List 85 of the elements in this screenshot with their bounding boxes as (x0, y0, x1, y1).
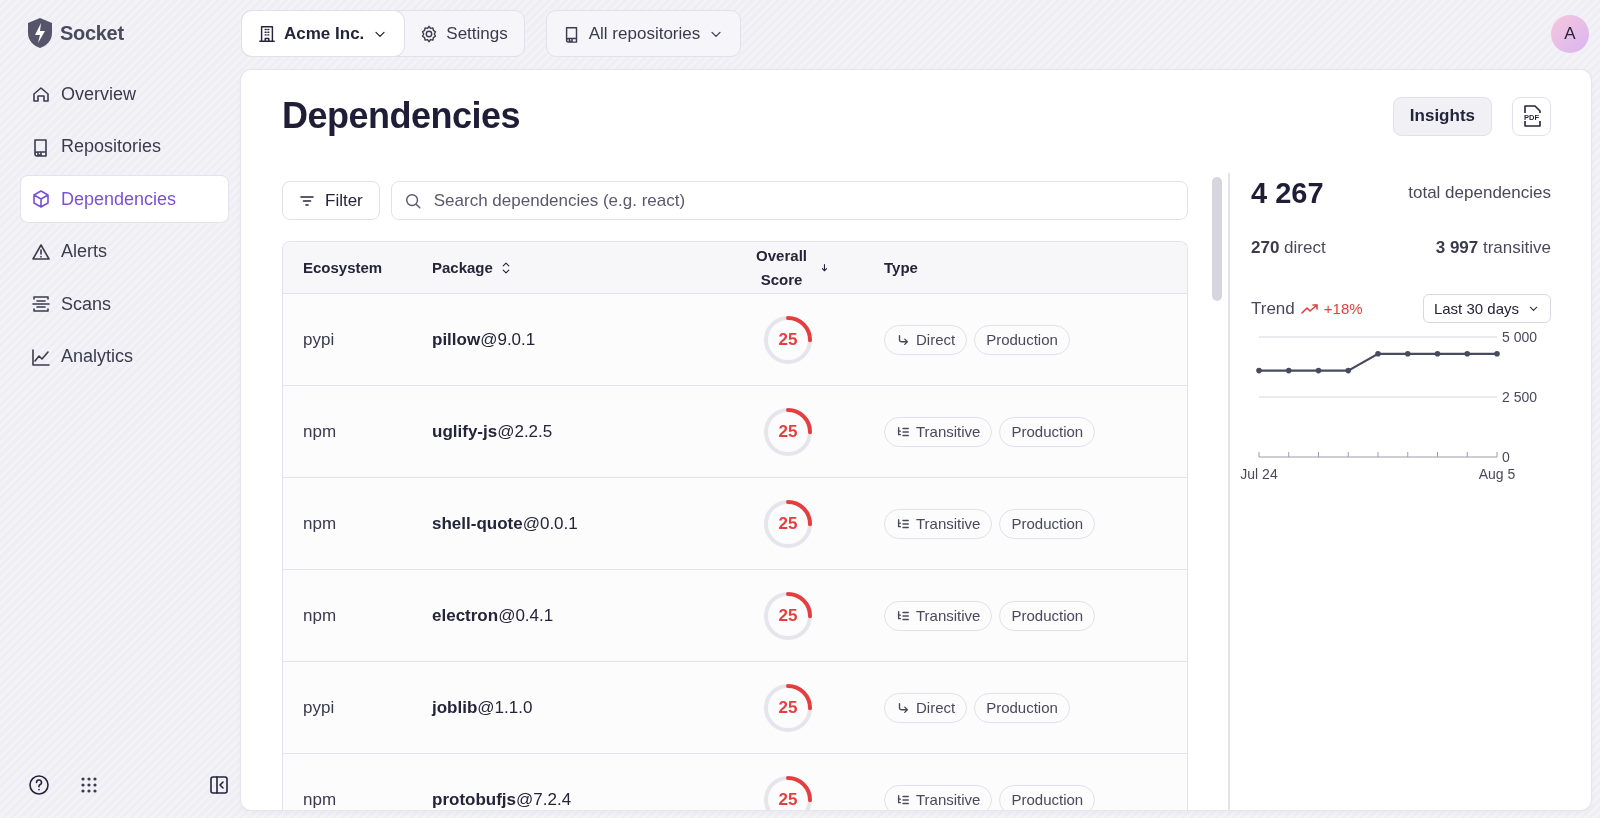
ecosystem-cell: npm (303, 421, 337, 442)
column-header[interactable]: Package (432, 259, 493, 276)
organization-dropdown[interactable]: Acme Inc. (242, 11, 405, 56)
sidebar-item[interactable]: Alerts (20, 227, 229, 276)
insights-button[interactable]: Insights (1392, 96, 1492, 136)
settings-icon (420, 24, 439, 43)
building-icon (258, 24, 276, 43)
line-chart-icon (31, 346, 51, 367)
trending-up-icon (1300, 302, 1319, 315)
trend-label: Trend (1251, 298, 1295, 319)
package-name[interactable]: pillow@9.0.1 (432, 329, 536, 350)
scan-icon (31, 294, 51, 314)
house-icon (31, 84, 51, 104)
warning-icon (31, 241, 51, 262)
y-tick: 0 (1502, 449, 1510, 465)
shield-logo-icon (28, 18, 52, 48)
score-ring (762, 313, 814, 366)
list-tree-icon (896, 516, 910, 531)
y-tick-label: 5 000 (1502, 329, 1538, 345)
score-ring (762, 405, 814, 458)
grid-icon[interactable] (80, 776, 98, 794)
ecosystem-cell: pypi (303, 697, 335, 718)
data-point (1464, 351, 1471, 357)
help-icon[interactable] (28, 774, 50, 796)
search-icon (403, 191, 422, 210)
total-count: 4 267 (1251, 176, 1324, 210)
score-value: 25 (778, 329, 798, 350)
score-value: 25 (778, 513, 798, 534)
column-header: Type (884, 259, 918, 276)
ecosystem-cell: pypi (303, 329, 335, 350)
score-value: 25 (778, 789, 798, 810)
y-tick: 2 500 (1258, 389, 1538, 405)
cube-icon (31, 189, 51, 209)
package-name[interactable]: joblib@1.1.0 (432, 697, 533, 718)
column-header[interactable]: Overall Score (748, 243, 816, 292)
score-ring (762, 681, 814, 734)
package-name[interactable]: electron@0.4.1 (432, 605, 554, 626)
data-point (1375, 351, 1381, 357)
arrow-turn-icon (896, 700, 910, 715)
score-value: 25 (778, 421, 798, 442)
sidebar-item[interactable]: Repositories (20, 122, 229, 171)
package-name[interactable]: protobufjs@7.2.4 (432, 789, 572, 810)
package-name[interactable]: shell-quote@0.0.1 (432, 513, 578, 534)
brand-name: Socket (60, 21, 124, 45)
score-value: 25 (778, 605, 798, 626)
y-tick-label: 2 500 (1502, 389, 1538, 405)
score-ring (762, 589, 814, 642)
score-ring (762, 497, 814, 550)
ecosystem-cell: npm (303, 789, 337, 810)
filter-button[interactable]: Filter (282, 181, 380, 220)
x-tick-label: Aug 5 (1478, 466, 1516, 482)
page-title: Dependencies (282, 95, 522, 137)
sidebar-item[interactable]: Scans (20, 280, 229, 328)
sort-descending-icon[interactable] (821, 261, 828, 274)
arrow-turn-icon (896, 332, 910, 347)
trend-change: +18% (1323, 300, 1363, 317)
data-point (1404, 351, 1411, 357)
ecosystem-cell: npm (303, 513, 337, 534)
y-tick: 5 000 (1258, 329, 1538, 345)
list-tree-icon (896, 608, 910, 623)
date-range-dropdown[interactable]: Last 30 days (1422, 294, 1551, 323)
collapse-sidebar-icon[interactable] (209, 775, 229, 795)
column-header: Ecosystem (303, 259, 383, 276)
settings-button[interactable]: Settings (404, 11, 524, 56)
repository-dropdown[interactable]: All repositories (545, 10, 742, 57)
list-tree-icon (896, 792, 910, 807)
score-value: 25 (778, 697, 798, 718)
package-name[interactable]: uglify-js@2.2.5 (432, 421, 553, 442)
sidebar-item[interactable]: Overview (20, 70, 229, 118)
data-point (1494, 351, 1500, 357)
user-avatar[interactable]: A (1551, 14, 1589, 53)
data-point (1285, 367, 1292, 374)
ecosystem-cell: npm (303, 605, 337, 626)
data-point (1315, 367, 1322, 374)
list-tree-icon (896, 424, 910, 439)
sidebar-item[interactable]: Analytics (20, 332, 229, 381)
sidebar-item[interactable]: Dependencies (20, 175, 229, 223)
total-label: total dependencies (1408, 183, 1551, 203)
scrollbar-thumb[interactable] (1212, 177, 1222, 301)
transitive-count: 3 997 transitive (1435, 238, 1551, 258)
x-tick-label: Jul 24 (1240, 466, 1278, 482)
direct-count: 270 direct (1251, 238, 1326, 258)
data-point (1345, 367, 1352, 374)
data-point (1256, 367, 1262, 374)
data-point (1434, 351, 1441, 357)
